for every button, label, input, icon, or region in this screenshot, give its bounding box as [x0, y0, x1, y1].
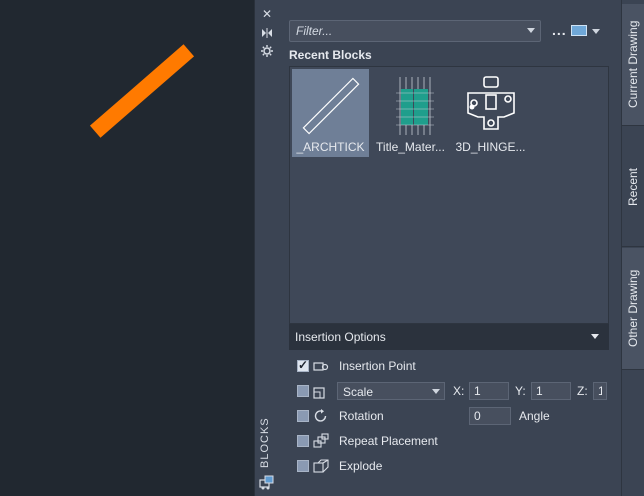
tab-label: Other Drawing: [626, 269, 640, 348]
angle-label: Angle: [519, 409, 550, 423]
drawing-canvas[interactable]: [0, 0, 254, 496]
insertion-options-header[interactable]: Insertion Options: [289, 324, 609, 350]
explode-icon: [313, 459, 329, 473]
close-icon[interactable]: ✕: [261, 8, 273, 20]
rotation-checkbox[interactable]: [297, 410, 309, 422]
angle-input[interactable]: [469, 407, 511, 425]
recent-blocks-gallery: _ARCHTICK Title_Mater... 3D_HINGE...: [289, 66, 609, 324]
rotation-icon: [314, 409, 327, 422]
block-name: _ARCHTICK: [296, 140, 365, 154]
scale-z-input[interactable]: [593, 382, 607, 400]
thumbnail-view-icon: [571, 25, 587, 36]
recent-blocks-title: Recent Blocks: [289, 48, 372, 62]
tab-label: Current Drawing: [626, 20, 640, 109]
option-scale: Scale X: Y: Z:: [297, 382, 607, 400]
archtick-thumbnail: [302, 77, 360, 135]
autohide-icon[interactable]: [261, 27, 273, 39]
explode-label: Explode: [339, 459, 383, 473]
repeat-placement-label: Repeat Placement: [339, 434, 438, 448]
toolbar: ...: [289, 20, 613, 44]
block-name: Title_Mater...: [376, 140, 445, 154]
archtick-line[interactable]: [89, 44, 195, 138]
blocks-palette-icon: [259, 474, 275, 490]
properties-gear-icon[interactable]: [261, 45, 273, 57]
tab-current-drawing[interactable]: Current Drawing: [622, 4, 644, 126]
tab-label: Recent: [626, 167, 640, 206]
palette-title-strip: ✕ BLOCKS: [254, 0, 278, 496]
block-tile-title-material[interactable]: Title_Mater...: [372, 69, 449, 157]
option-insertion-point: Insertion Point: [297, 357, 607, 375]
palette-tabs: Current Drawing Recent Other Drawing: [621, 0, 644, 496]
repeat-placement-checkbox[interactable]: [297, 435, 309, 447]
scale-y-label: Y:: [515, 384, 526, 398]
block-tile-archtick[interactable]: _ARCHTICK: [292, 69, 369, 157]
option-rotation: Rotation Angle: [297, 407, 607, 425]
insertion-point-icon: [313, 362, 329, 371]
collapse-chevron-icon: [591, 334, 599, 339]
tab-other-drawing[interactable]: Other Drawing: [622, 248, 644, 370]
insertion-point-label: Insertion Point: [339, 359, 416, 373]
palette-title: BLOCKS: [259, 417, 271, 468]
explode-checkbox[interactable]: [297, 460, 309, 472]
chevron-down-icon: [432, 389, 440, 394]
option-repeat-placement: Repeat Placement: [297, 432, 607, 450]
title-material-thumbnail: [396, 77, 434, 135]
insertion-options-title: Insertion Options: [295, 330, 386, 344]
browse-more-button[interactable]: ...: [552, 22, 567, 38]
rotation-label: Rotation: [339, 409, 384, 423]
scale-icon: [313, 387, 325, 399]
view-options-button[interactable]: [571, 25, 600, 39]
filter-input[interactable]: [289, 20, 541, 42]
option-explode: Explode: [297, 457, 607, 475]
scale-y-input[interactable]: [531, 382, 571, 400]
scale-x-input[interactable]: [469, 382, 509, 400]
block-tile-3d-hinge[interactable]: 3D_HINGE...: [452, 69, 529, 157]
scale-mode-value: Scale: [343, 385, 374, 399]
scale-mode-select[interactable]: Scale: [337, 382, 445, 400]
3d-hinge-thumbnail: [467, 76, 515, 130]
scale-checkbox[interactable]: [297, 385, 309, 397]
repeat-placement-icon: [313, 433, 329, 448]
blocks-palette-panel: ... Recent Blocks _ARCHTICK: [278, 0, 621, 496]
block-name: 3D_HINGE...: [455, 140, 526, 154]
tab-recent[interactable]: Recent: [622, 127, 644, 247]
chevron-down-icon: [592, 29, 600, 34]
scale-z-label: Z:: [577, 384, 588, 398]
scale-x-label: X:: [453, 384, 465, 398]
insertion-point-checkbox[interactable]: [297, 358, 309, 372]
insertion-options-body: Insertion Point Scale X: Y: Z:: [289, 350, 609, 480]
